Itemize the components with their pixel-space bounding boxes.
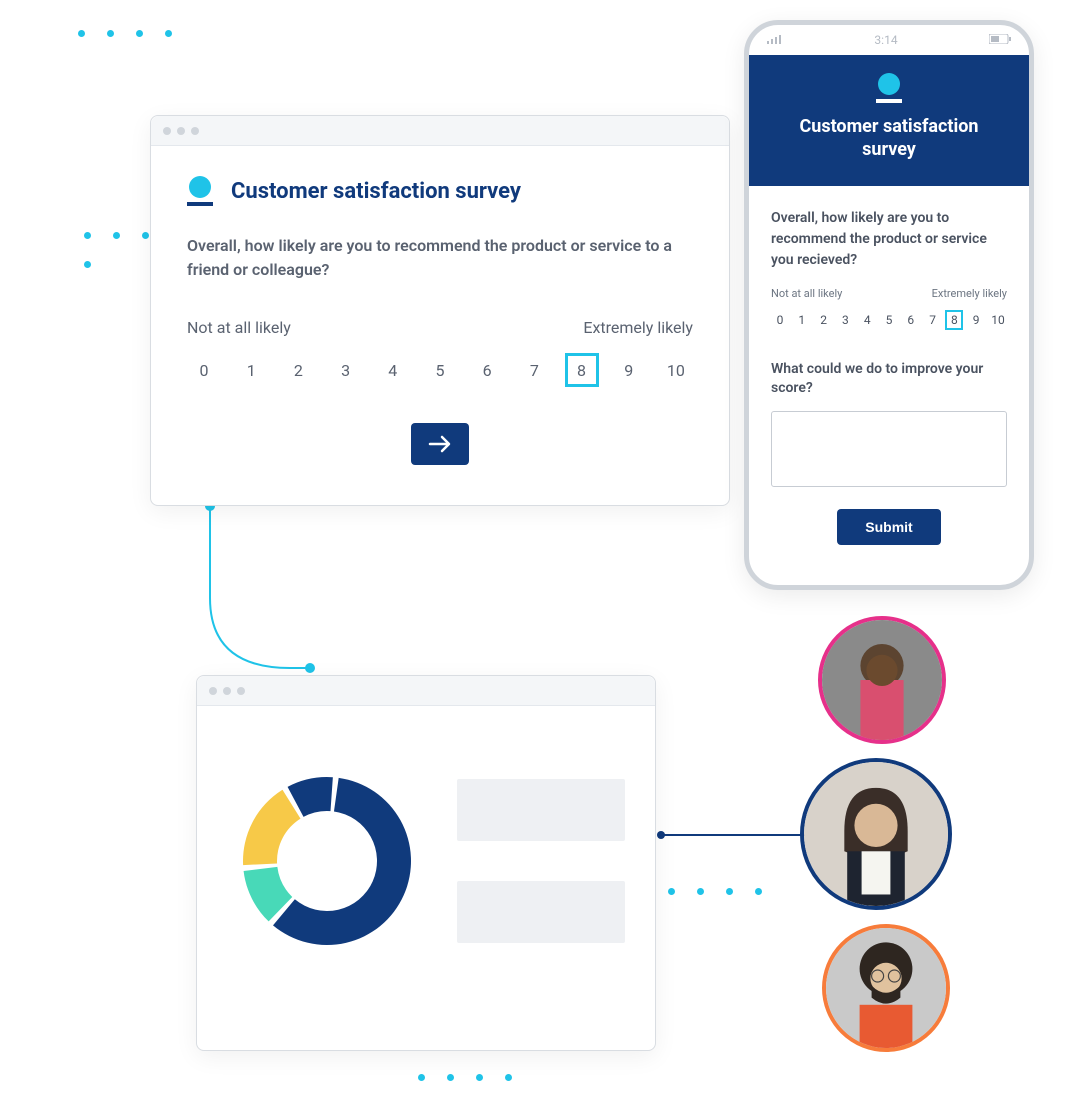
donut-segment — [273, 778, 411, 945]
mobile-scale-label-high: Extremely likely — [932, 287, 1007, 300]
scale-option-3[interactable]: 3 — [329, 353, 363, 387]
nps-scale: 0123456789 10 — [187, 353, 693, 387]
avatar — [800, 758, 952, 910]
scale-option-5[interactable]: 5 — [423, 353, 457, 387]
next-button[interactable] — [411, 423, 469, 465]
mobile-nps-scale: 012345678910 — [771, 310, 1007, 330]
avatar — [818, 616, 946, 744]
donut-chart — [227, 761, 427, 961]
scale-option-7[interactable]: 7 — [517, 353, 551, 387]
mobile-scale-option-3[interactable]: 3 — [836, 310, 854, 330]
scale-option-9[interactable]: 9 — [612, 353, 646, 387]
mobile-scale-option-8[interactable]: 8 — [945, 310, 963, 330]
mobile-scale-option-1[interactable]: 1 — [793, 310, 811, 330]
mobile-survey-title: Customer satisfaction survey — [773, 115, 1005, 162]
mobile-header: Customer satisfaction survey — [749, 55, 1029, 186]
mobile-status-bar: 3:14 — [749, 25, 1029, 55]
donut-segment — [243, 790, 301, 865]
scale-label-low: Not at all likely — [187, 318, 291, 337]
scale-option-4[interactable]: 4 — [376, 353, 410, 387]
mobile-question: Overall, how likely are you to recommend… — [771, 208, 1007, 271]
window-dot — [191, 127, 199, 135]
mobile-time: 3:14 — [874, 33, 897, 47]
decorative-dots-right — [668, 888, 791, 1011]
scale-option-0[interactable]: 0 — [187, 353, 221, 387]
report-placeholders — [457, 779, 625, 943]
desktop-survey-window: Customer satisfaction survey Overall, ho… — [150, 115, 730, 506]
mobile-scale-option-5[interactable]: 5 — [880, 310, 898, 330]
decorative-dots-bottom — [418, 1074, 686, 1110]
window-titlebar — [197, 676, 655, 706]
placeholder-block — [457, 779, 625, 841]
window-dot — [209, 687, 217, 695]
mobile-scale-option-7[interactable]: 7 — [924, 310, 942, 330]
mobile-scale-option-0[interactable]: 0 — [771, 310, 789, 330]
mobile-scale-option-4[interactable]: 4 — [858, 310, 876, 330]
connector-desktop-report — [200, 498, 320, 688]
feedback-textarea[interactable] — [771, 411, 1007, 487]
placeholder-block — [457, 881, 625, 943]
avatar — [822, 924, 950, 1052]
battery-icon — [989, 33, 1011, 47]
window-dot — [163, 127, 171, 135]
brand-logo — [187, 176, 213, 206]
submit-button[interactable]: Submit — [837, 509, 940, 545]
arrow-right-icon — [428, 434, 452, 454]
survey-title: Customer satisfaction survey — [231, 179, 521, 204]
mobile-scale-option-6[interactable]: 6 — [902, 310, 920, 330]
window-dot — [237, 687, 245, 695]
scale-option-8[interactable]: 8 — [565, 353, 599, 387]
connector-report-avatars — [656, 830, 816, 840]
report-window — [196, 675, 656, 1051]
scale-option-6[interactable]: 6 — [470, 353, 504, 387]
mobile-scale-option-2[interactable]: 2 — [815, 310, 833, 330]
scale-label-high: Extremely likely — [583, 318, 693, 337]
signal-icon — [767, 33, 783, 47]
mobile-device: 3:14 Customer satisfaction survey Overal… — [744, 20, 1034, 590]
brand-logo-underline — [876, 99, 902, 103]
mobile-followup-question: What could we do to improve your score? — [771, 360, 1007, 399]
decorative-dots-left — [84, 232, 149, 326]
mobile-scale-option-9[interactable]: 9 — [967, 310, 985, 330]
window-dot — [223, 687, 231, 695]
window-dot — [177, 127, 185, 135]
scale-option-1[interactable]: 1 — [234, 353, 268, 387]
window-titlebar — [151, 116, 729, 146]
scale-option-10[interactable]: 10 — [659, 353, 693, 387]
brand-logo-circle — [878, 73, 900, 95]
scale-option-2[interactable]: 2 — [281, 353, 315, 387]
survey-question: Overall, how likely are you to recommend… — [187, 234, 693, 282]
mobile-scale-option-10[interactable]: 10 — [989, 310, 1007, 330]
mobile-scale-label-low: Not at all likely — [771, 287, 842, 300]
